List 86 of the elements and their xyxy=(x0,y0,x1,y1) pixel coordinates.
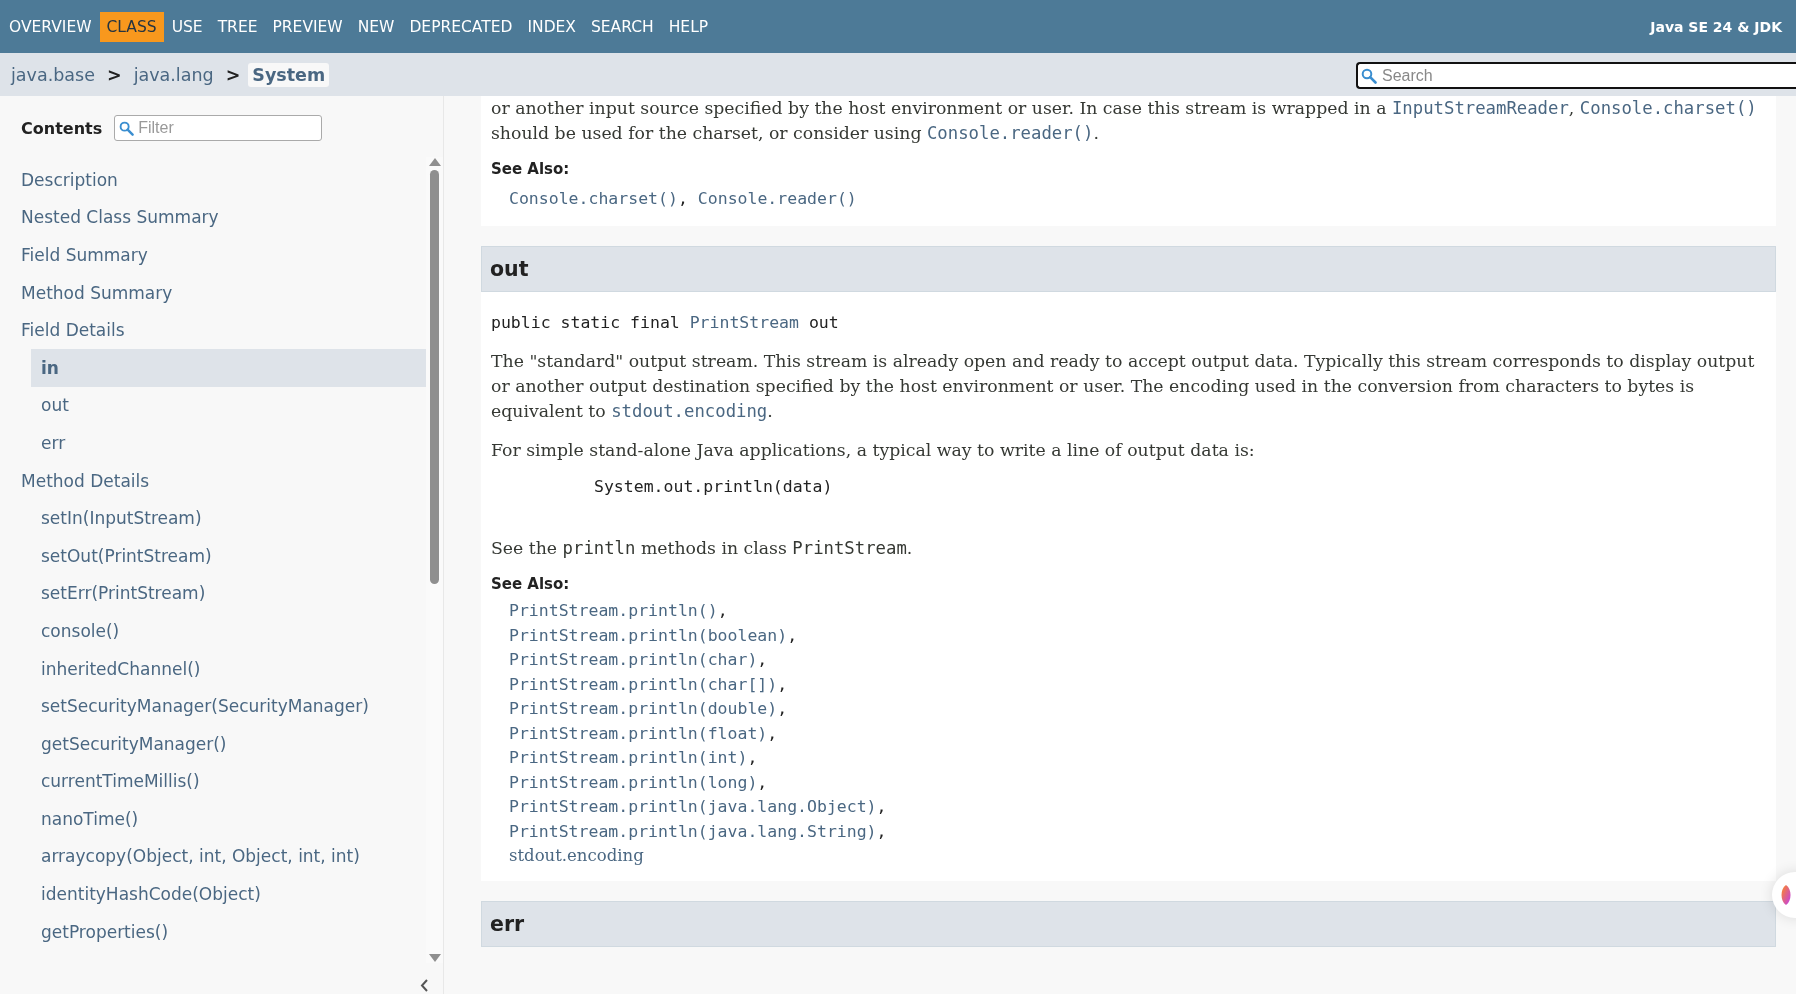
contents-link[interactable]: Field Details xyxy=(0,311,426,349)
contents-link[interactable]: setIn(InputStream) xyxy=(31,499,426,537)
nav-tab[interactable]: DEPRECATED xyxy=(402,11,520,42)
breadcrumb-separator: > xyxy=(225,64,241,85)
member-heading: out xyxy=(481,246,1776,292)
nav-tab[interactable]: USE xyxy=(164,11,210,42)
see-also-label: See Also: xyxy=(491,575,571,593)
contents-link[interactable]: nanoTime() xyxy=(31,800,426,838)
contents-link[interactable]: getProperties() xyxy=(31,912,426,951)
contents-link[interactable]: out xyxy=(31,386,426,425)
nav-tab[interactable]: CLASS xyxy=(99,11,164,42)
see-also-link[interactable]: PrintStream.println(java.lang.String) xyxy=(509,819,877,844)
contents-link[interactable]: Method Summary xyxy=(0,273,426,312)
contents-link[interactable]: setErr(PrintStream) xyxy=(31,574,426,613)
comma: , xyxy=(747,747,758,769)
filter-field[interactable]: Filter xyxy=(114,115,323,141)
contents-link[interactable]: Nested Class Summary xyxy=(0,198,426,237)
contents-link[interactable]: arraycopy(Object, int, Object, int, int) xyxy=(31,837,426,876)
contents-link[interactable]: getSecurityManager() xyxy=(31,724,426,763)
nav-tab[interactable]: INDEX xyxy=(520,11,583,42)
nav-tab[interactable]: OVERVIEW xyxy=(2,11,99,42)
scroll-down-icon[interactable] xyxy=(428,954,441,963)
code-example: System.out.println(data) xyxy=(594,477,834,496)
see-also-link[interactable]: PrintStream.println(double) xyxy=(509,697,778,722)
contents-link[interactable]: setSecurityManager(SecurityManager) xyxy=(31,687,426,725)
doc-link[interactable]: Console.reader() xyxy=(926,123,1094,143)
breadcrumb-link[interactable]: System xyxy=(248,62,330,87)
search-icon xyxy=(1361,67,1377,84)
description-paragraph: For simple stand-alone Java applications, a typical way to write a line of output data is: xyxy=(491,439,1256,462)
comma: , xyxy=(777,673,788,696)
comma: , xyxy=(677,188,688,210)
collapse-button[interactable] xyxy=(418,977,431,994)
see-also-link[interactable]: PrintStream.println(boolean) xyxy=(509,623,788,648)
breadcrumb-link[interactable]: java.lang xyxy=(129,62,218,87)
field-signature: public static final PrintStream out xyxy=(491,312,840,334)
scroll-up-icon[interactable] xyxy=(428,157,441,166)
search-field[interactable]: Search xyxy=(1356,62,1796,89)
contents-link[interactable]: identityHashCode(Object) xyxy=(31,875,426,913)
breadcrumb-link[interactable]: java.base xyxy=(7,62,99,87)
contents-link[interactable]: err xyxy=(31,424,426,462)
blob-icon xyxy=(1780,885,1792,905)
contents-link[interactable]: console() xyxy=(31,612,426,650)
contents-link[interactable]: setOut(PrintStream) xyxy=(31,536,426,575)
nav-tab[interactable]: PREVIEW xyxy=(265,11,350,42)
breadcrumb-separator: > xyxy=(106,64,122,85)
doc-link[interactable]: PrintStream xyxy=(689,313,799,332)
comma: , xyxy=(757,649,768,671)
comma: , xyxy=(787,624,798,647)
chevron-left-icon xyxy=(420,979,429,992)
contents-title: Contents xyxy=(21,118,103,138)
see-also-link[interactable]: Console.reader() xyxy=(697,184,857,214)
contents-link[interactable]: Field Summary xyxy=(0,236,426,274)
see-also-link[interactable]: PrintStream.println(long) xyxy=(509,770,758,795)
nav-tab[interactable]: NEW xyxy=(350,11,402,42)
doc-link[interactable]: InputStreamReader xyxy=(1391,98,1569,118)
see-also-link[interactable]: PrintStream.println(int) xyxy=(509,746,748,771)
see-also-label: See Also: xyxy=(491,160,571,178)
see-also-link[interactable]: PrintStream.println() xyxy=(509,599,718,624)
contents-link[interactable]: Description xyxy=(0,161,426,199)
see-also-link[interactable]: stdout.encoding xyxy=(509,844,644,869)
see-also-link[interactable]: Console.charset() xyxy=(509,184,678,214)
contents-link[interactable]: inheritedChannel() xyxy=(31,649,426,688)
see-also-link[interactable]: PrintStream.println(java.lang.Object) xyxy=(509,795,877,820)
description-paragraph: The "standard" output stream. This stream is already open and ready to accept output data. Typically this stream corresponds to display output or another output destination specified by the host environment or user. The encoding used in the conversion from characters to bytes is equivalent to stdout.encoding. xyxy=(491,350,1756,423)
nav-tab[interactable]: SEARCH xyxy=(584,11,661,42)
comma: , xyxy=(757,771,768,794)
contents-link[interactable]: currentTimeMillis() xyxy=(31,762,426,801)
see-also-link[interactable]: PrintStream.println(char[]) xyxy=(509,672,778,697)
nav-tab[interactable]: HELP xyxy=(661,11,716,42)
doc-link[interactable]: stdout.encoding xyxy=(611,401,768,421)
comma: , xyxy=(717,600,728,622)
see-also-link[interactable]: PrintStream.println(float) xyxy=(509,721,768,746)
description-paragraph: or another input source specified by the host environment or user. In case this stream is wrapped in a InputStreamReader, Console.charset() should be used for the charset, or consider using Console.reader(). xyxy=(491,97,1758,145)
search-icon xyxy=(119,120,135,136)
contents-link[interactable]: in xyxy=(31,348,426,387)
see-also-link[interactable]: PrintStream.println(char) xyxy=(509,648,758,673)
description-paragraph: See the println methods in class PrintStream. xyxy=(491,537,914,560)
product-title: Java SE 24 & JDK xyxy=(1650,18,1782,35)
contents-link[interactable]: Method Details xyxy=(0,461,426,500)
comma: , xyxy=(777,698,788,720)
comma: , xyxy=(876,796,887,818)
nav-tab[interactable]: TREE xyxy=(210,11,265,42)
member-heading: err xyxy=(481,900,1776,947)
comma: , xyxy=(876,820,887,843)
doc-link[interactable]: Console.charset() xyxy=(1579,98,1757,118)
comma: , xyxy=(767,722,778,745)
